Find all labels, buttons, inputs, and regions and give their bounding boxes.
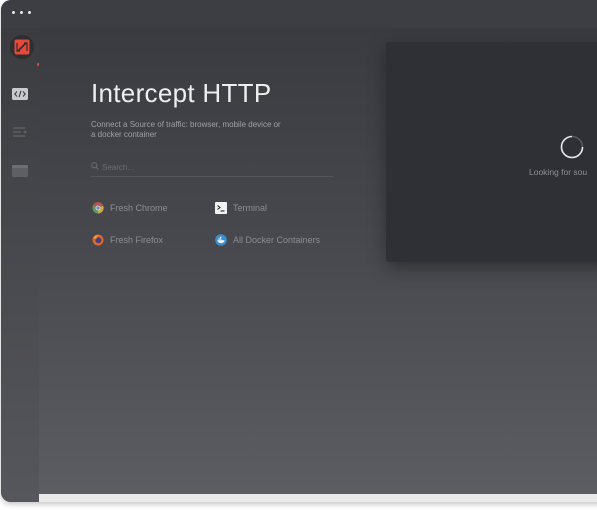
docker-icon: [214, 233, 227, 246]
source-status-panel: Looking for sou: [386, 42, 597, 262]
sidebar-item-mock[interactable]: [12, 164, 28, 177]
sidebar: [1, 28, 39, 502]
search-icon: [91, 162, 99, 170]
dot-icon: [20, 11, 23, 14]
source-terminal[interactable]: Terminal: [214, 201, 267, 214]
looking-for-sources-text: Looking for sou: [529, 167, 588, 177]
page-subtitle: Connect a Source of traffic: browser, mo…: [91, 120, 281, 139]
dot-icon: [28, 11, 31, 14]
list-icon: [13, 127, 27, 137]
sidebar-item-intercept[interactable]: [12, 87, 28, 100]
window-menu-dots[interactable]: [12, 11, 31, 14]
chrome-icon: [91, 201, 104, 214]
source-label: All Docker Containers: [233, 234, 321, 245]
source-fresh-firefox[interactable]: Fresh Firefox: [91, 233, 163, 246]
firefox-icon: [91, 233, 104, 246]
dot-icon: [12, 11, 15, 14]
source-label: Terminal: [233, 202, 268, 213]
source-label: Fresh Firefox: [110, 234, 164, 245]
source-fresh-chrome[interactable]: Fresh Chrome: [91, 201, 168, 214]
code-icon: [12, 88, 28, 100]
bottom-strip: [39, 494, 597, 502]
loading-spinner-icon: [560, 135, 584, 159]
terminal-icon: [214, 201, 227, 214]
source-all-docker-containers[interactable]: All Docker Containers: [214, 233, 320, 246]
search-box: [91, 160, 333, 177]
title-bar: [1, 0, 597, 28]
app-window: Intercept HTTP Connect a Source of traff…: [1, 0, 597, 502]
source-label: Fresh Chrome: [110, 202, 168, 213]
proxy-logo-icon[interactable]: [10, 35, 34, 59]
sidebar-item-traffic[interactable]: [12, 125, 28, 137]
panel-icon: [12, 165, 28, 177]
search-input[interactable]: [102, 160, 322, 174]
page-title: Intercept HTTP: [91, 78, 272, 108]
